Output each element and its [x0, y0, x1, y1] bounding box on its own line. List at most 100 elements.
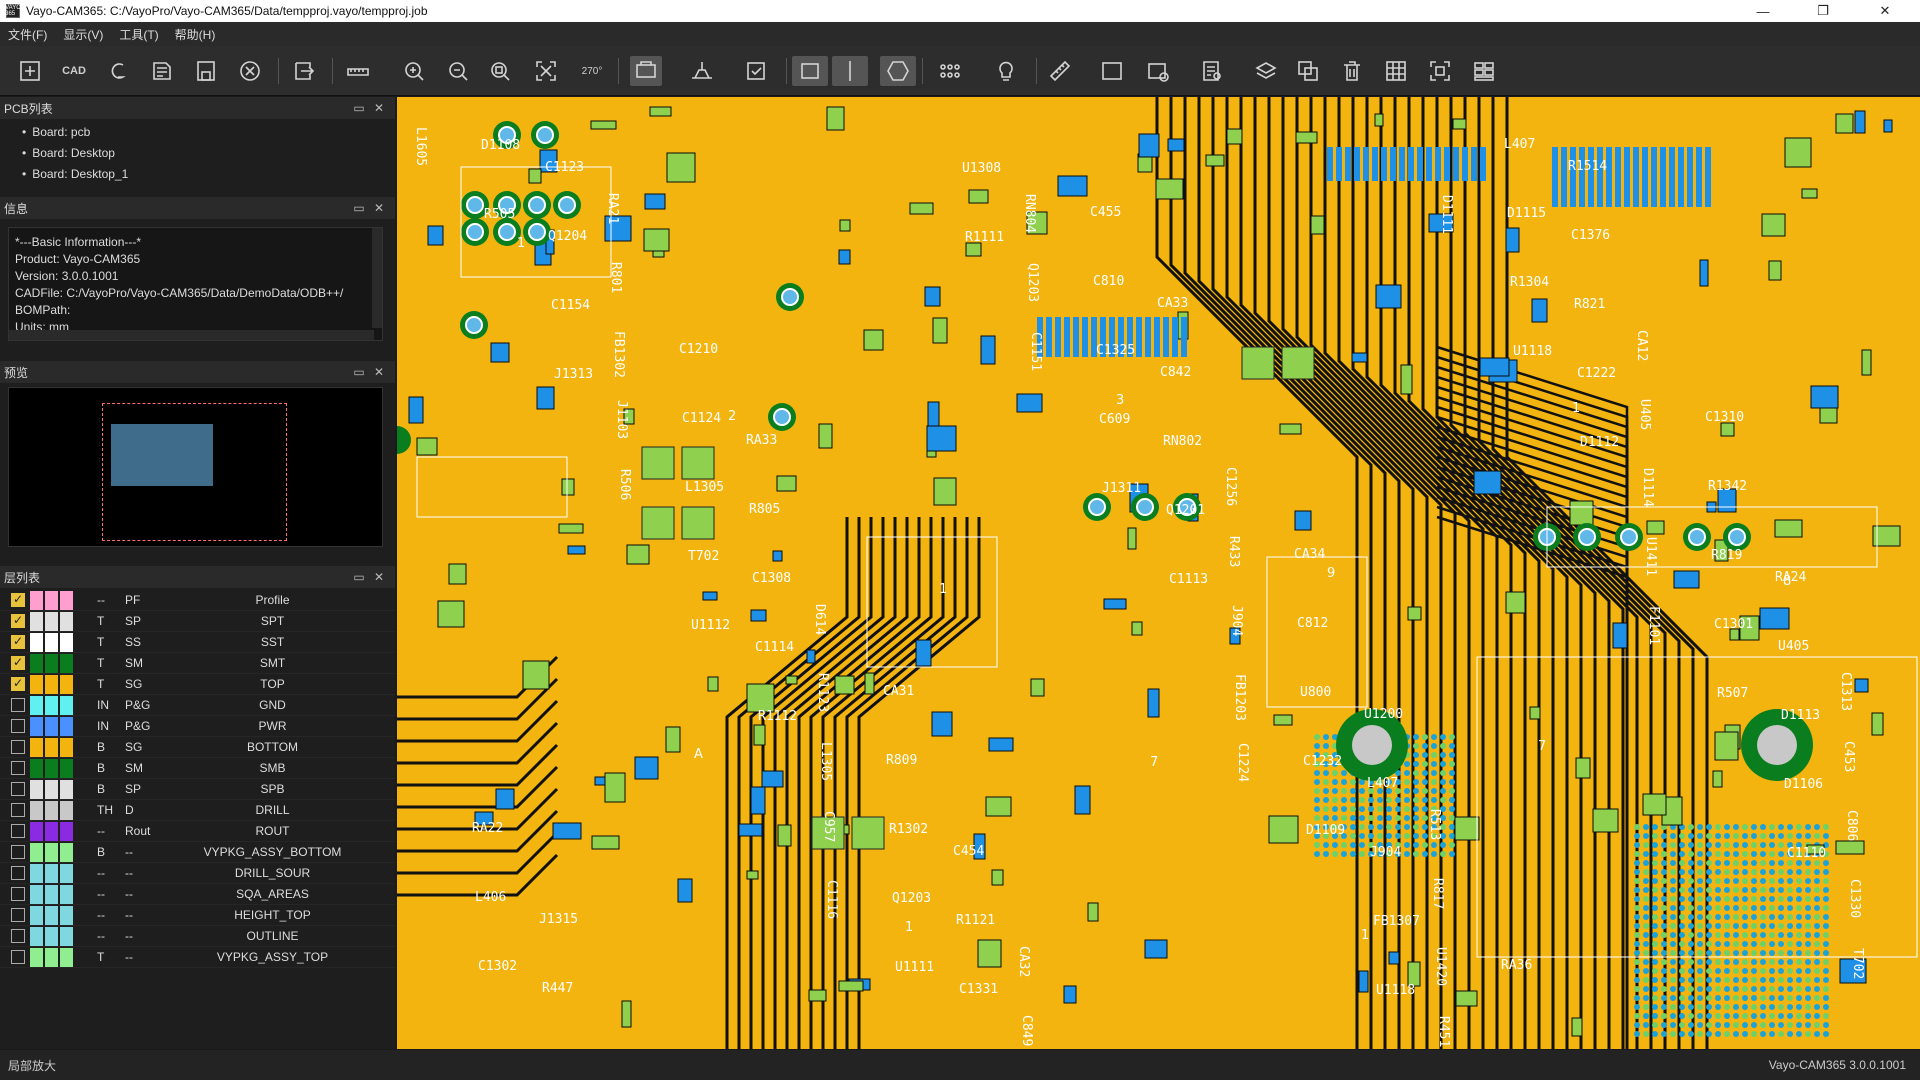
menu-file[interactable]: 文件(F) [0, 26, 55, 43]
menu-tools[interactable]: 工具(T) [111, 26, 166, 43]
layer-color-swatch[interactable] [60, 885, 73, 904]
layer-checkbox[interactable] [11, 740, 25, 754]
layer-color-swatch[interactable] [30, 654, 43, 673]
layer-color-swatch[interactable] [60, 612, 73, 631]
maximize-icon[interactable]: ❐ [1800, 0, 1846, 22]
layer-color-swatch[interactable] [30, 612, 43, 631]
layer-row[interactable]: T -- VYPKG_ASSY_TOP [0, 947, 395, 968]
layers-icon[interactable] [1250, 56, 1282, 86]
layer-color-swatch[interactable] [30, 843, 43, 862]
fit-screen-icon[interactable] [530, 56, 562, 86]
layer-row[interactable]: T SG TOP [0, 674, 395, 695]
layer-checkbox[interactable] [11, 887, 25, 901]
layer-color-swatch[interactable] [45, 717, 58, 736]
save-icon[interactable] [190, 56, 222, 86]
layer-checkbox[interactable] [11, 613, 25, 628]
zoom-out-icon[interactable] [442, 56, 474, 86]
layer-color-swatch[interactable] [45, 612, 58, 631]
close-icon[interactable]: ✕ [372, 570, 386, 584]
layer-checkbox[interactable] [11, 803, 25, 817]
layer-checkbox[interactable] [11, 782, 25, 796]
layer-color-swatch[interactable] [30, 906, 43, 925]
layer-color-swatch[interactable] [30, 801, 43, 820]
layer-color-swatch[interactable] [45, 864, 58, 883]
measure-unit-icon[interactable] [342, 56, 374, 86]
layer-color-swatch[interactable] [60, 801, 73, 820]
grid-icon[interactable] [1380, 56, 1412, 86]
close-circle-icon[interactable] [234, 56, 266, 86]
menu-help[interactable]: 帮助(H) [167, 26, 224, 43]
layer-color-swatch[interactable] [30, 948, 43, 967]
layer-color-swatch[interactable] [60, 675, 73, 694]
layer-color-swatch[interactable] [30, 759, 43, 778]
check-icon[interactable] [740, 56, 772, 86]
delete-icon[interactable] [1336, 56, 1368, 86]
pads-icon[interactable] [934, 56, 966, 86]
layer-row[interactable]: T SP SPT [0, 611, 395, 632]
layer-color-swatch[interactable] [45, 801, 58, 820]
rect-select-icon[interactable] [792, 56, 828, 86]
layer-color-swatch[interactable] [60, 822, 73, 841]
layer-color-swatch[interactable] [60, 948, 73, 967]
close-icon[interactable]: ✕ [1862, 0, 1908, 22]
layer-color-swatch[interactable] [60, 759, 73, 778]
layer-color-swatch[interactable] [60, 696, 73, 715]
layer-color-swatch[interactable] [60, 843, 73, 862]
layer-checkbox[interactable] [11, 866, 25, 880]
layer-box-icon[interactable] [1096, 56, 1128, 86]
layer-color-swatch[interactable] [60, 654, 73, 673]
vertical-scrollbar[interactable] [372, 228, 382, 328]
float-icon[interactable]: ▭ [352, 101, 366, 115]
board-item[interactable]: Board: pcb [8, 121, 383, 142]
layer-color-swatch[interactable] [45, 906, 58, 925]
layer-row[interactable]: B SP SPB [0, 779, 395, 800]
layer-color-swatch[interactable] [60, 780, 73, 799]
polygon-select-icon[interactable] [880, 56, 916, 86]
layer-color-swatch[interactable] [45, 822, 58, 841]
layer-color-swatch[interactable] [60, 738, 73, 757]
layer-checkbox[interactable] [11, 950, 25, 964]
layer-checkbox[interactable] [11, 592, 25, 607]
board-item[interactable]: Board: Desktop_1 [8, 163, 383, 184]
close-icon[interactable]: ✕ [372, 201, 386, 215]
board-item[interactable]: Board: Desktop [8, 142, 383, 163]
layer-row[interactable]: -- -- SQA_AREAS [0, 884, 395, 905]
pcb-canvas[interactable]: L1605 J1313 U1112 C1116 R1111 J1311 C1224 U1118… [397, 97, 1920, 1049]
layer-checkbox[interactable] [11, 698, 25, 712]
layer-checkbox[interactable] [11, 908, 25, 922]
layer-color-swatch[interactable] [60, 864, 73, 883]
layer-color-swatch[interactable] [30, 864, 43, 883]
layer-row[interactable]: -- -- OUTLINE [0, 926, 395, 947]
layer-row[interactable]: -- -- DRILL_SOUR [0, 863, 395, 884]
layer-color-swatch[interactable] [30, 738, 43, 757]
layer-color-swatch[interactable] [45, 843, 58, 862]
layer-checkbox[interactable] [11, 845, 25, 859]
float-icon[interactable]: ▭ [352, 570, 366, 584]
bulb-icon[interactable] [990, 56, 1022, 86]
float-icon[interactable]: ▭ [352, 365, 366, 379]
layer-color-swatch[interactable] [30, 822, 43, 841]
report-icon[interactable] [1196, 56, 1228, 86]
layer-checkbox[interactable] [11, 719, 25, 733]
layer-color-swatch[interactable] [60, 717, 73, 736]
new-icon[interactable] [14, 56, 46, 86]
layer-checkbox[interactable] [11, 634, 25, 649]
layer-color-swatch[interactable] [30, 696, 43, 715]
layer-checkbox[interactable] [11, 761, 25, 775]
layer-checkbox[interactable] [11, 655, 25, 670]
layer-row[interactable]: IN P&G GND [0, 695, 395, 716]
layer-color-swatch[interactable] [45, 885, 58, 904]
layer-color-swatch[interactable] [45, 948, 58, 967]
layer-color-swatch[interactable] [60, 906, 73, 925]
layer-color-swatch[interactable] [45, 675, 58, 694]
view-board-icon[interactable] [630, 56, 662, 86]
float-icon[interactable]: ▭ [352, 201, 366, 215]
layer-checkbox[interactable] [11, 824, 25, 838]
layer-color-swatch[interactable] [45, 654, 58, 673]
pcb-view[interactable]: L1605 J1313 U1112 C1116 R1111 J1311 C1224 U1118… [397, 97, 1920, 1049]
layer-color-swatch[interactable] [30, 675, 43, 694]
layer-color-swatch[interactable] [60, 927, 73, 946]
close-icon[interactable]: ✕ [372, 365, 386, 379]
layer-checkbox[interactable] [11, 929, 25, 943]
layer-color-swatch[interactable] [45, 696, 58, 715]
